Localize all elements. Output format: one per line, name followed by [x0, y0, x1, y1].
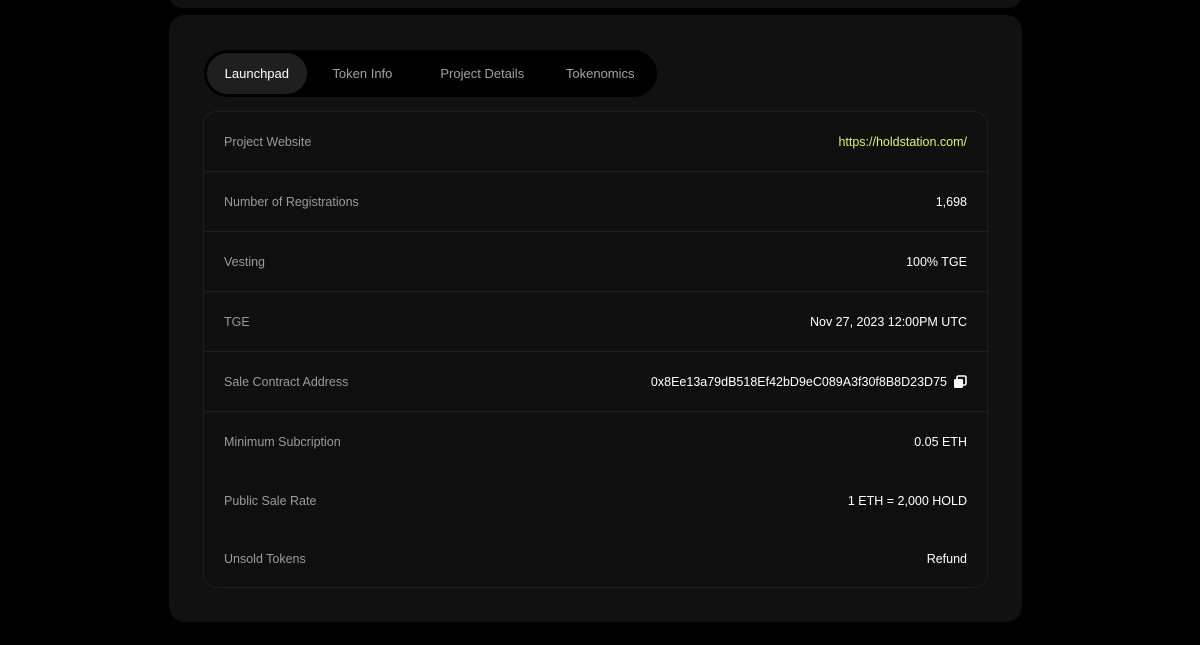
vesting-value: 100% TGE — [906, 254, 967, 269]
row-label: Minimum Subcription — [224, 435, 341, 449]
launchpad-details-table: Project Website https://holdstation.com/… — [203, 111, 988, 588]
row-public-sale-rate: Public Sale Rate 1 ETH = 2,000 HOLD — [204, 472, 987, 530]
contract-address: 0x8Ee13a79dB518Ef42bD9eC089A3f30f8B8D23D… — [650, 374, 947, 389]
row-sale-contract: Sale Contract Address 0x8Ee13a79dB518Ef4… — [204, 352, 987, 412]
min-subscription-value: 0.05 ETH — [914, 435, 967, 449]
row-label: Vesting — [224, 254, 266, 269]
registrations-value: 1,698 — [935, 194, 967, 209]
row-registrations: Number of Registrations 1,698 — [204, 172, 987, 232]
tge-value: Nov 27, 2023 12:00PM UTC — [809, 314, 967, 329]
copy-icon[interactable] — [953, 374, 967, 389]
tab-launchpad[interactable]: Launchpad — [207, 53, 307, 94]
tab-bar: Launchpad Token Info Project Details Tok… — [204, 50, 657, 97]
row-label: Project Website — [224, 134, 312, 149]
row-vesting: Vesting 100% TGE — [204, 232, 987, 292]
row-label: Unsold Tokens — [224, 552, 306, 566]
sale-rate-value: 1 ETH = 2,000 HOLD — [847, 494, 967, 508]
sale-contract-value: 0x8Ee13a79dB518Ef42bD9eC089A3f30f8B8D23D… — [651, 375, 967, 389]
row-project-website: Project Website https://holdstation.com/ — [204, 112, 987, 172]
row-unsold-tokens: Unsold Tokens Refund — [204, 530, 987, 587]
previous-card — [169, 0, 1022, 8]
tab-project-details[interactable]: Project Details — [418, 53, 546, 94]
project-website-link[interactable]: https://holdstation.com/ — [838, 135, 967, 149]
row-label: Number of Registrations — [224, 194, 359, 209]
launchpad-card: Launchpad Token Info Project Details Tok… — [169, 15, 1022, 622]
tab-token-info[interactable]: Token Info — [307, 53, 419, 94]
row-tge: TGE Nov 27, 2023 12:00PM UTC — [204, 292, 987, 352]
tab-tokenomics[interactable]: Tokenomics — [546, 53, 654, 94]
row-min-subscription: Minimum Subcription 0.05 ETH — [204, 412, 987, 472]
unsold-tokens-value: Refund — [926, 552, 967, 566]
row-label: Public Sale Rate — [224, 494, 317, 508]
row-label: TGE — [224, 314, 250, 329]
row-label: Sale Contract Address — [224, 374, 349, 389]
